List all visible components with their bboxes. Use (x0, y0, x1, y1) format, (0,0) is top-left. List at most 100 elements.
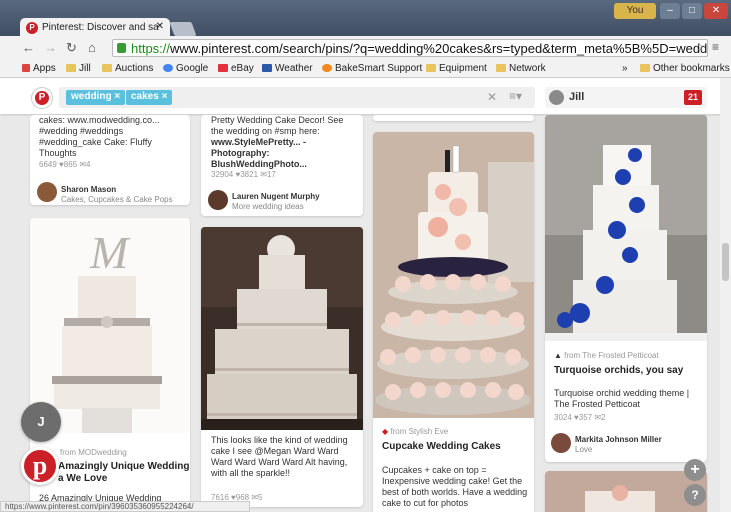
forward-arrow-icon[interactable]: → (44, 40, 57, 55)
new-tab-button[interactable] (169, 22, 197, 36)
close-window-button[interactable]: ✕ (704, 3, 728, 19)
home-icon[interactable]: ⌂ (88, 40, 96, 55)
status-bar-url: https://www.pinterest.com/pin/3960353609… (0, 501, 250, 512)
pinner-info[interactable]: Sharon Mason Cakes, Cupcakes & Cake Pops (61, 185, 173, 205)
bookmark-jill[interactable]: Jill (66, 63, 91, 74)
pin-description: This looks like the kind of wedding cake… (211, 435, 348, 478)
svg-text:M: M (89, 227, 131, 278)
browser-titlebar: P Pinterest: Discover and sa ✕ You ‒ □ ✕ (0, 0, 731, 38)
pin-card[interactable]: cakes: www.modwedding.co... #wedding #we… (30, 115, 190, 205)
google-icon (163, 64, 173, 72)
pin-description: Turquoise orchid wedding theme | The Fro… (554, 388, 690, 409)
bookmarks-bar: Apps Jill Auctions Google eBay Weather B… (0, 60, 731, 78)
pin-card-end (373, 115, 534, 121)
minimize-button[interactable]: ‒ (660, 3, 680, 19)
pin-image-sparkle-cake[interactable] (201, 227, 363, 430)
bookmark-apps[interactable]: Apps (22, 63, 56, 74)
pin-image-cake[interactable] (545, 471, 707, 512)
account-avatar-button[interactable]: J (21, 402, 61, 442)
pinterest-home-icon[interactable]: p (21, 447, 59, 485)
notifications-badge[interactable]: 21 (684, 90, 702, 105)
pinner-info[interactable]: Lauren Nugent Murphy More wedding ideas (232, 192, 320, 212)
bookmark-star-icon[interactable]: ☆ (694, 40, 705, 54)
folder-icon (426, 64, 436, 72)
source-icon: ◆ (382, 427, 389, 436)
pin-caption-line2: a We Love (58, 473, 108, 484)
pin-caption[interactable]: Cupcake Wedding Cakes (382, 441, 501, 452)
back-arrow-icon[interactable]: ← (22, 40, 35, 55)
pin-image-monogram-cake[interactable]: M (30, 218, 190, 433)
url-scheme: https:// (131, 41, 171, 56)
apps-grid-icon (22, 64, 30, 72)
avatar (549, 90, 564, 105)
tab-title: Pinterest: Discover and sa (42, 22, 159, 33)
weather-icon (262, 64, 272, 72)
folder-icon (66, 64, 76, 72)
pin-card[interactable]: ◆ from Stylish Eve Cupcake Wedding Cakes… (373, 132, 534, 512)
browser-toolbar: ← → ↻ ⌂ https://www.pinterest.com/search… (0, 36, 731, 60)
pin-image-orchid-cake[interactable] (545, 115, 707, 341)
address-bar[interactable]: https://www.pinterest.com/search/pins/?q… (112, 39, 708, 57)
scrollbar-thumb[interactable] (722, 243, 729, 281)
pin-stats: 3024 ♥357 ✉2 (554, 413, 606, 422)
clear-search-icon[interactable]: ✕ (487, 90, 497, 104)
pin-card[interactable]: ▲ from The Frosted Petticoat Turquoise o… (545, 115, 707, 462)
pin-description: cakes: www.modwedding.co... #wedding #we… (39, 115, 160, 158)
chrome-menu-icon[interactable]: ≡ (712, 40, 719, 54)
bakesmart-icon (322, 64, 332, 72)
pin-source[interactable]: ◆ from Stylish Eve (382, 427, 448, 436)
pinterest-favicon-icon: P (26, 22, 38, 34)
reload-icon[interactable]: ↻ (66, 40, 77, 56)
pin-description: Pretty Wedding Cake Decor! See the weddi… (211, 115, 344, 169)
maximize-button[interactable]: □ (682, 3, 702, 19)
bookmarks-overflow-chevron-icon[interactable]: » (622, 63, 628, 74)
ebay-icon (218, 64, 228, 72)
pin-caption[interactable]: Amazingly Unique Wedding (58, 461, 189, 472)
tab-close-icon[interactable]: ✕ (156, 21, 164, 32)
profile-button[interactable]: You (614, 3, 656, 19)
browser-tab-pinterest[interactable]: P Pinterest: Discover and sa ✕ (20, 18, 170, 38)
pin-stats: 6649 ♥865 ✉4 (39, 160, 91, 169)
lock-icon (117, 43, 126, 53)
bookmark-network[interactable]: Network (496, 63, 546, 74)
help-button[interactable]: ? (684, 484, 706, 506)
profile-label: You (626, 5, 644, 16)
avatar[interactable] (37, 182, 57, 202)
folder-icon (640, 64, 650, 72)
pin-image-cupcake-cake[interactable] (373, 132, 534, 418)
page-scrollbar[interactable] (720, 78, 731, 512)
folder-icon (102, 64, 112, 72)
pinterest-logo-icon[interactable]: P (31, 87, 53, 109)
search-token-wedding[interactable]: wedding × (66, 90, 126, 105)
bookmark-ebay[interactable]: eBay (218, 63, 254, 74)
search-input[interactable]: wedding × cakes × ✕ ≡▾ (59, 87, 535, 108)
pin-feed: cakes: www.modwedding.co... #wedding #we… (0, 115, 720, 512)
pin-card[interactable] (545, 471, 707, 512)
source-icon: ▲ (554, 351, 562, 360)
user-name: Jill (569, 91, 585, 103)
pinner-info[interactable]: Markita Johnson Miller Love (575, 435, 662, 455)
add-pin-button[interactable]: + (684, 459, 706, 481)
token-close-icon[interactable]: × (114, 91, 120, 102)
pin-card[interactable]: This looks like the kind of wedding cake… (201, 227, 363, 507)
bookmark-equipment[interactable]: Equipment (426, 63, 487, 74)
pin-card[interactable]: Pretty Wedding Cake Decor! See the weddi… (201, 115, 363, 216)
avatar[interactable] (551, 433, 571, 453)
pin-caption[interactable]: Turquoise orchids, you say (554, 365, 683, 376)
avatar[interactable] (208, 190, 228, 210)
bookmark-auctions[interactable]: Auctions (102, 63, 153, 74)
search-filter-menu-icon[interactable]: ≡▾ (509, 89, 522, 103)
url-text: www.pinterest.com/search/pins/?q=wedding… (170, 41, 708, 56)
user-profile-button[interactable]: Jill (545, 87, 707, 108)
folder-icon (496, 64, 506, 72)
search-token-cakes[interactable]: cakes × (126, 90, 173, 105)
pin-source[interactable]: from MODwedding (60, 448, 127, 457)
token-close-icon[interactable]: × (162, 91, 168, 102)
pin-stats: 32904 ♥3821 ✉17 (211, 170, 276, 179)
bookmark-other[interactable]: Other bookmarks (640, 63, 730, 74)
pin-description: Cupcakes + cake on top = Inexpensive wed… (382, 465, 528, 508)
bookmark-google[interactable]: Google (163, 63, 208, 74)
bookmark-weather[interactable]: Weather (262, 63, 313, 74)
bookmark-bakesmart[interactable]: BakeSmart Support (322, 63, 422, 74)
pin-source[interactable]: ▲ from The Frosted Petticoat (554, 351, 659, 360)
